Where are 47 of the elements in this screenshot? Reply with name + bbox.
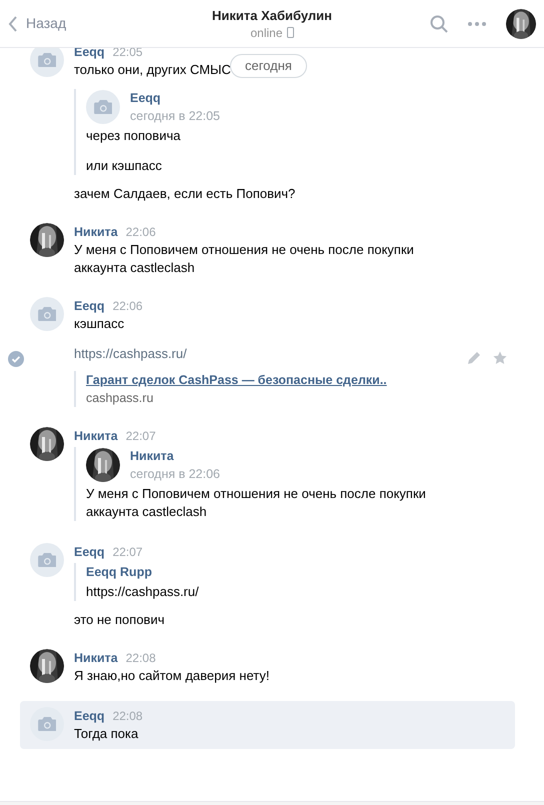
chat-title[interactable]: Никита Хабибулин (212, 6, 332, 24)
author-name[interactable]: Никита (74, 649, 118, 667)
message-text: или кэшпасс (86, 157, 162, 175)
pencil-icon[interactable] (467, 351, 481, 365)
author-name[interactable]: Eeqq (74, 297, 105, 315)
message-time: 22:08 (112, 708, 143, 725)
message-text: У меня с Поповичем отношения не очень после покупки аккаунта castleclash (74, 241, 415, 277)
message-text: https://cashpass.ru/ (86, 583, 199, 601)
message-date: сегодня в 22:05 (130, 108, 220, 125)
message-text: Тогда пока (74, 725, 138, 743)
message-text: это не попович (74, 611, 164, 629)
search-icon[interactable] (430, 14, 448, 32)
camera-icon (38, 552, 56, 568)
link-domain: cashpass.ru (86, 390, 154, 407)
phone-icon (286, 27, 294, 38)
back-button[interactable]: Назад (8, 13, 158, 34)
author-name[interactable]: Eeqq (130, 89, 220, 107)
star-icon[interactable] (493, 351, 507, 365)
more-icon[interactable] (468, 22, 486, 26)
camera-icon (38, 52, 56, 68)
date-badge: сегодня (230, 54, 307, 78)
message-time: 22:08 (126, 650, 156, 667)
check-icon[interactable] (8, 351, 24, 367)
message-date: сегодня в 22:06 (130, 466, 220, 483)
author-name[interactable]: Никита (130, 447, 220, 465)
camera-icon (38, 716, 56, 732)
link-title[interactable]: Гарант сделок CashPass — безопасные сделки.. (86, 371, 387, 389)
message-text: только они, других СМЫС (74, 61, 231, 79)
camera-icon (38, 306, 56, 322)
link[interactable]: https://cashpass.ru/ (74, 345, 187, 363)
chevron-left-icon (8, 16, 18, 32)
message-text: через поповича (86, 127, 180, 145)
author-name[interactable]: Никита (74, 223, 118, 241)
author-name[interactable]: Eeqq (74, 543, 105, 561)
camera-icon (94, 100, 112, 114)
message-text: зачем Салдаев, если есть Попович? (74, 185, 296, 203)
author-name[interactable]: Eeqq Rupp (86, 563, 152, 581)
message-time: 22:06 (112, 298, 143, 315)
message-time: 22:07 (112, 544, 143, 561)
message-time: 22:07 (126, 428, 156, 445)
message-text: Я знаю,но сайтом даверия нету! (74, 667, 270, 685)
message-text: У меня с Поповичем отношения не очень после покупки аккаунта castleclash (86, 485, 427, 521)
message-text: кэшпасс (74, 315, 124, 333)
online-status: online (250, 24, 283, 40)
message-time: 22:06 (126, 224, 156, 241)
author-name[interactable]: Никита (74, 427, 118, 445)
author-name[interactable]: Eeqq (74, 707, 105, 725)
